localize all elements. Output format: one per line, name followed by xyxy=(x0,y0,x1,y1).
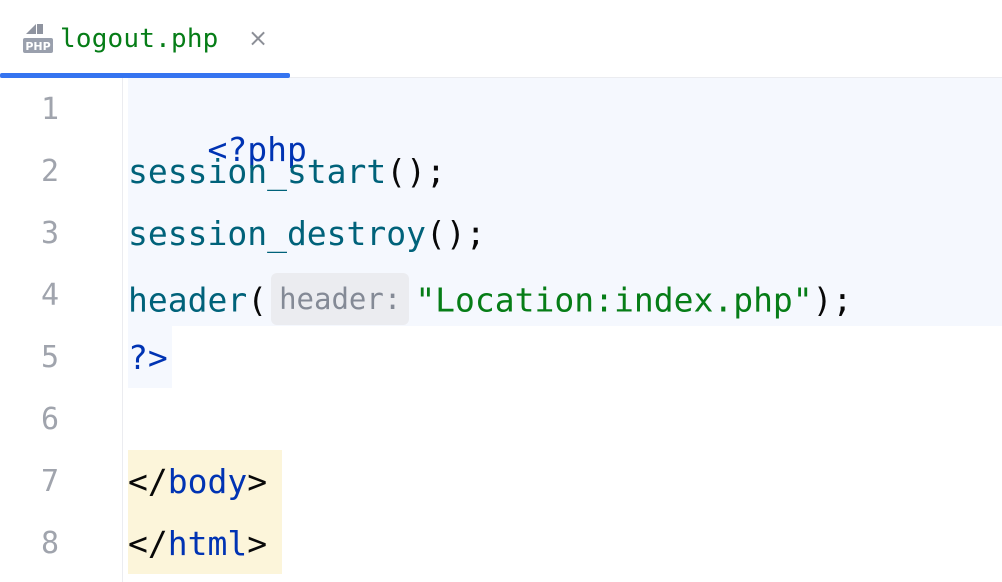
punctuation: > xyxy=(247,462,268,501)
php-close-tag: ?> xyxy=(128,338,168,377)
code-line-4[interactable]: header(header: "Location:index.php"); xyxy=(128,273,853,328)
php-file-icon: PHP xyxy=(22,22,54,54)
tag-name: html xyxy=(167,524,248,563)
function-name: header xyxy=(128,280,248,320)
function-name: session_destroy xyxy=(128,214,427,253)
close-icon[interactable]: × xyxy=(246,24,270,52)
line-number: 4 xyxy=(40,278,60,313)
line-number: 2 xyxy=(40,154,60,189)
line-number: 8 xyxy=(40,526,60,561)
line-number-gutter: 1 2 3 4 5 6 7 8 xyxy=(0,78,123,582)
punctuation: (); xyxy=(386,152,446,191)
punctuation: > xyxy=(247,524,268,563)
line-number: 1 xyxy=(40,92,60,127)
code-line-2[interactable]: session_start(); xyxy=(128,152,446,192)
tab-filename: logout.php xyxy=(60,24,219,54)
code-line-5[interactable]: ?> xyxy=(128,338,168,378)
tag-name: body xyxy=(167,462,248,501)
code-line-8[interactable]: </html> xyxy=(128,524,267,564)
string-literal: "Location:index.php" xyxy=(415,280,813,320)
punctuation: </ xyxy=(128,524,168,563)
punctuation: </ xyxy=(128,462,168,501)
php-icon-label: PHP xyxy=(25,40,50,53)
line-number: 5 xyxy=(40,340,60,375)
code-line-7[interactable]: </body> xyxy=(128,462,267,502)
code-line-3[interactable]: session_destroy(); xyxy=(128,214,486,254)
line-number: 3 xyxy=(40,216,60,251)
line-number: 6 xyxy=(40,402,60,437)
tab-logout-php[interactable]: PHP logout.php × xyxy=(0,0,290,78)
code-line-1[interactable]: <?php xyxy=(128,90,306,210)
punctuation: (); xyxy=(426,214,486,253)
punctuation: ); xyxy=(812,280,853,320)
line-number: 7 xyxy=(40,464,60,499)
punctuation: ( xyxy=(247,280,268,320)
parameter-hint: header: xyxy=(271,273,410,325)
function-name: session_start xyxy=(128,152,387,191)
editor-tab-bar: PHP logout.php × xyxy=(0,0,1002,78)
